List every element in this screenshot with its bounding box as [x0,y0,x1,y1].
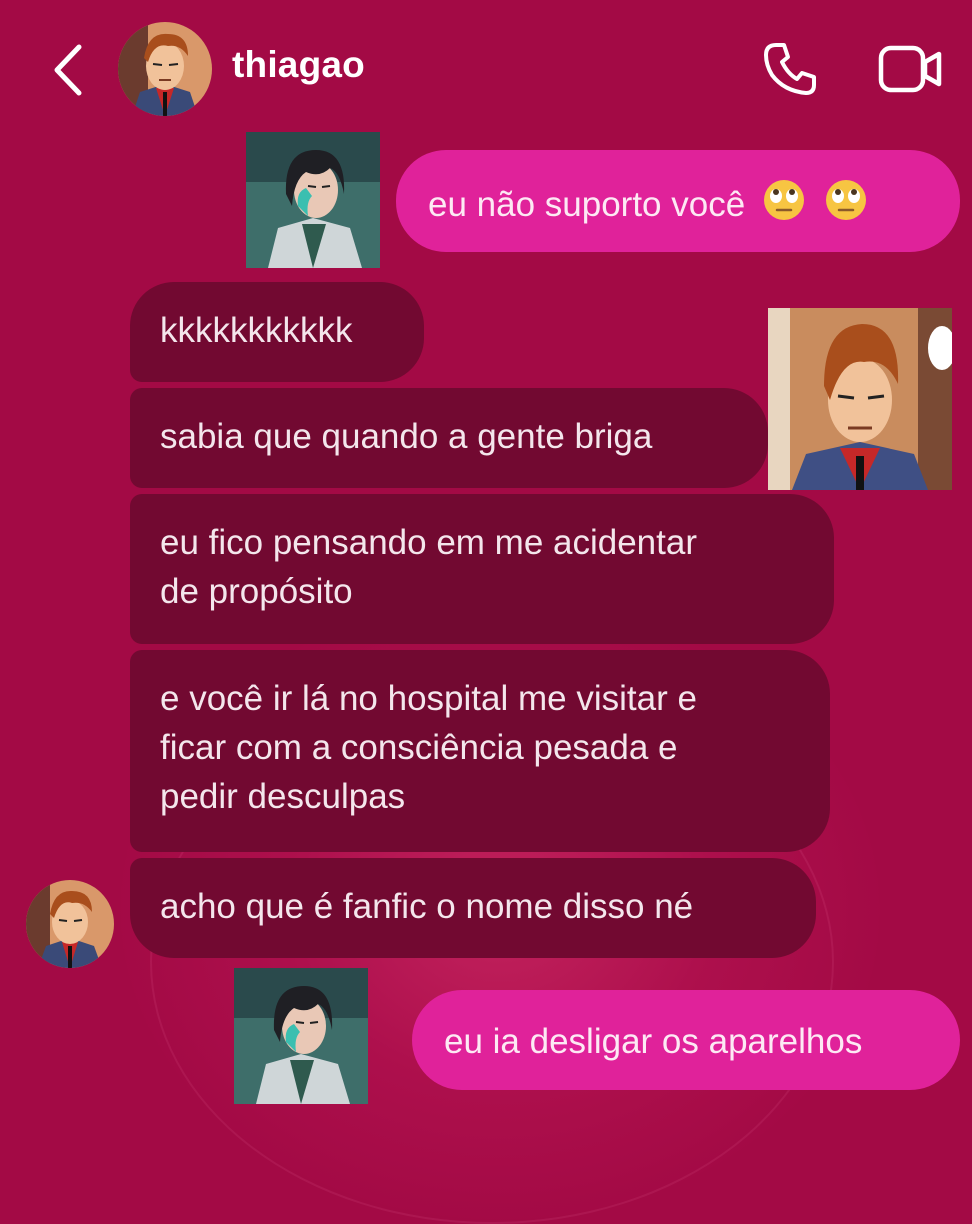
sender-avatar[interactable] [26,880,114,968]
message-bubble-received[interactable]: acho que é fanfic o nome disso né [130,858,816,958]
chat-header: thiagao [0,0,972,140]
face-with-rolling-eyes-icon [761,177,807,236]
message-bubble-sent[interactable]: eu ia desligar os aparelhos [412,990,960,1090]
message-text: acho que é fanfic o nome disso né [160,887,694,926]
message-bubble-received[interactable]: e você ir lá no hospital me visitar e fi… [130,650,830,852]
message-bubble-received[interactable]: sabia que quando a gente briga [130,388,768,488]
shared-photo-woman[interactable] [246,132,380,268]
shared-photo-man[interactable] [768,308,952,490]
chevron-left-icon [51,43,85,101]
shared-photo-woman[interactable] [234,968,368,1104]
message-text: sabia que quando a gente briga [160,417,653,456]
message-text-line: de propósito [160,572,353,611]
message-text: kkkkkkkkkkk [160,311,353,350]
message-text: eu não suporto você [428,184,746,224]
message-bubble-sent[interactable]: eu não suporto você [396,150,960,252]
message-text-line: eu fico pensando em me acidentar [160,523,697,562]
video-call-button[interactable] [872,38,948,104]
message-text: eu ia desligar os aparelhos [444,1022,863,1061]
phone-icon [760,39,820,103]
message-bubble-received[interactable]: eu fico pensando em me acidentar de prop… [130,494,834,644]
message-text-line: e você ir lá no hospital me visitar e [160,679,697,718]
face-with-rolling-eyes-icon [823,177,869,236]
contact-avatar[interactable] [118,22,212,116]
message-bubble-received[interactable]: kkkkkkkkkkk [130,282,424,382]
message-text-line: pedir desculpas [160,777,406,816]
contact-name[interactable]: thiagao [232,44,365,86]
back-button[interactable] [40,40,96,104]
video-camera-icon [877,44,943,98]
audio-call-button[interactable] [756,38,824,104]
message-text-line: ficar com a consciência pesada e [160,728,678,767]
